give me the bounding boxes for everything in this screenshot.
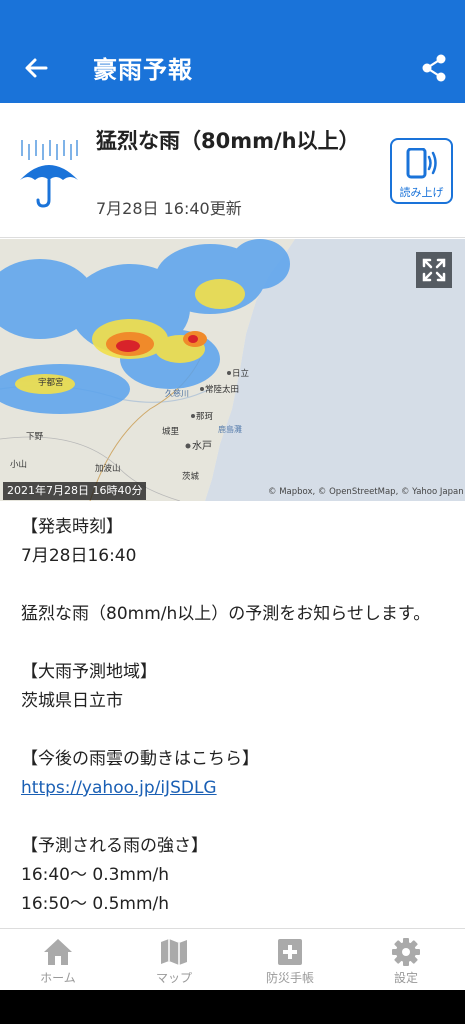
label-kashimanada: 鹿島灘 bbox=[218, 424, 242, 434]
label-oyama: 小山 bbox=[10, 459, 27, 470]
link-heading: 【今後の雨雲の動きはこちら】 bbox=[21, 749, 259, 769]
label-kabasan: 加波山 bbox=[95, 463, 121, 474]
arrow-left-icon[interactable] bbox=[20, 52, 52, 84]
bottom-navigation: ホーム マップ 防災手帳 設定 bbox=[0, 928, 465, 991]
label-ibaraki: 茨城 bbox=[182, 471, 200, 482]
map-icon bbox=[161, 939, 187, 965]
nav-map-label: マップ bbox=[155, 971, 192, 985]
radar-image: 日立 常陸太田 那珂 水戸 宇都宮 下野 小山 城里 茨城 加波山 久慈川 鹿島… bbox=[0, 239, 465, 501]
nav-home[interactable]: ホーム bbox=[0, 929, 116, 991]
phone-speaker-icon bbox=[406, 148, 437, 179]
nav-handbook-label: 防災手帳 bbox=[265, 971, 314, 985]
system-navigation-bar bbox=[0, 990, 465, 1024]
nav-settings-label: 設定 bbox=[393, 971, 418, 985]
issued-time: 7月28日16:40 bbox=[21, 546, 137, 566]
issued-heading: 【発表時刻】 bbox=[21, 517, 123, 537]
label-kujigawa: 久慈川 bbox=[165, 388, 189, 398]
nav-home-label: ホーム bbox=[40, 971, 76, 985]
read-aloud-label: 読み上げ bbox=[399, 186, 444, 199]
app-bar: 豪雨予報 bbox=[0, 0, 465, 103]
label-naka: 那珂 bbox=[196, 412, 214, 422]
label-hitachiota: 常陸太田 bbox=[205, 384, 239, 395]
map-timestamp: 2021年7月28日 16時40分 bbox=[3, 482, 147, 500]
nav-settings[interactable]: 設定 bbox=[348, 929, 464, 991]
label-utsunomiya: 宇都宮 bbox=[38, 377, 64, 388]
warning-details: 【発表時刻】 7月28日16:40 猛烈な雨（80mm/h以上）の予測をお知らせ… bbox=[21, 513, 446, 919]
message-text: 猛烈な雨（80mm/h以上）の予測をお知らせします。 bbox=[21, 604, 431, 624]
read-aloud-button[interactable]: 読み上げ bbox=[390, 138, 453, 204]
intensity-heading: 【予測される雨の強さ】 bbox=[21, 836, 208, 856]
updated-time: 7月28日 16:40更新 bbox=[96, 199, 242, 218]
label-mito: 水戸 bbox=[192, 440, 212, 452]
map-credit: © Mapbox, © OpenStreetMap, © Yahoo Japan bbox=[268, 487, 464, 497]
area-heading: 【大雨予測地域】 bbox=[21, 662, 157, 682]
intensity-line: 16:50〜 0.5mm/h bbox=[21, 894, 170, 914]
home-icon bbox=[44, 939, 72, 965]
rain-radar-map[interactable]: 日立 常陸太田 那珂 水戸 宇都宮 下野 小山 城里 茨城 加波山 久慈川 鹿島… bbox=[0, 239, 465, 501]
rain-cloud-link[interactable]: https://yahoo.jp/iJSDLG bbox=[21, 778, 217, 798]
page-title: 豪雨予報 bbox=[93, 56, 193, 84]
gear-icon bbox=[392, 938, 420, 966]
share-icon[interactable] bbox=[420, 52, 448, 84]
label-shirosato: 城里 bbox=[162, 427, 180, 437]
label-hitachi: 日立 bbox=[232, 368, 250, 379]
nav-disaster-handbook[interactable]: 防災手帳 bbox=[232, 929, 348, 991]
area-name: 茨城県日立市 bbox=[21, 691, 123, 711]
rain-umbrella-icon bbox=[20, 140, 78, 208]
label-shimotsuke: 下野 bbox=[26, 432, 44, 442]
fullscreen-icon[interactable] bbox=[416, 252, 452, 288]
warning-title: 猛烈な雨（80mm/h以上） bbox=[96, 129, 360, 153]
first-aid-book-icon bbox=[278, 939, 302, 965]
intensity-line: 16:40〜 0.3mm/h bbox=[21, 865, 170, 885]
nav-map[interactable]: マップ bbox=[116, 929, 232, 991]
